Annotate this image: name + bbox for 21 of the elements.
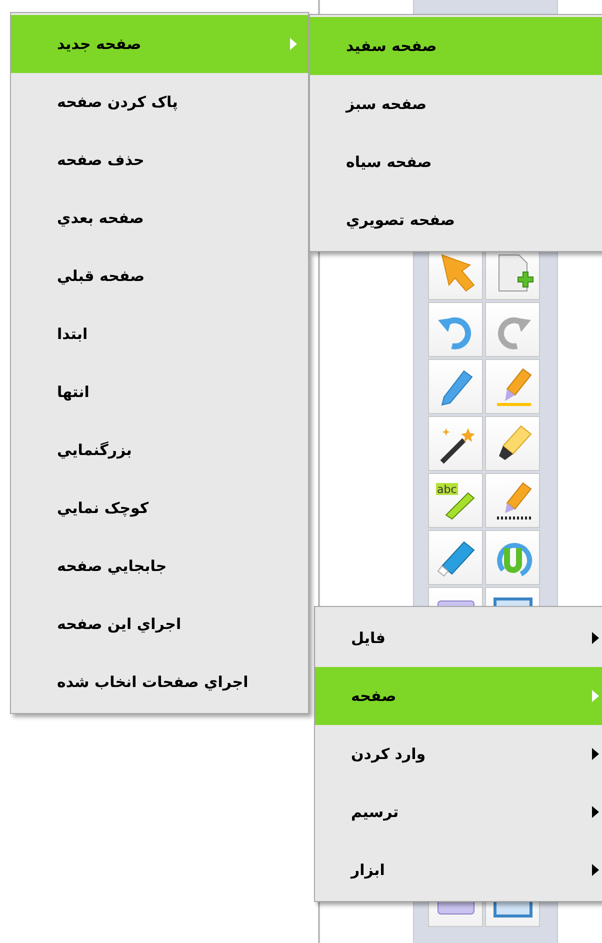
menu-item[interactable]: صفحه سياه xyxy=(310,133,602,191)
menu-item[interactable]: حذف صفحه xyxy=(11,131,308,189)
menu-item[interactable]: صفحه سفيد xyxy=(310,17,602,75)
menu-item[interactable]: صفحه بعدي xyxy=(11,189,308,247)
menu-item[interactable]: اجراي اين صفحه xyxy=(11,595,308,653)
menu-item[interactable]: ابزار xyxy=(315,841,602,899)
menu-item[interactable]: ترسيم xyxy=(315,783,602,841)
menu-item[interactable]: انتها xyxy=(11,363,308,421)
menu-item[interactable]: صفحه xyxy=(315,667,602,725)
menu-item[interactable]: اجراي صفحات انخاب شده xyxy=(11,653,308,711)
menu-item[interactable]: صفحه قبلي xyxy=(11,247,308,305)
menu-item[interactable]: صفحه جديد xyxy=(11,15,308,73)
menu-item[interactable]: ابتدا xyxy=(11,305,308,363)
menu-item[interactable]: جابجايي صفحه xyxy=(11,537,308,595)
menu-item[interactable]: بزرگنمايي xyxy=(11,421,308,479)
menu-item[interactable]: کوچک نمايي xyxy=(11,479,308,537)
menu-item[interactable]: وارد کردن xyxy=(315,725,602,783)
menu-item[interactable]: فايل xyxy=(315,609,602,667)
menu-item[interactable]: صفحه سبز xyxy=(310,75,602,133)
menu-item[interactable]: پاک کردن صفحه xyxy=(11,73,308,131)
menu-item[interactable]: صفحه تصويري xyxy=(310,191,602,249)
